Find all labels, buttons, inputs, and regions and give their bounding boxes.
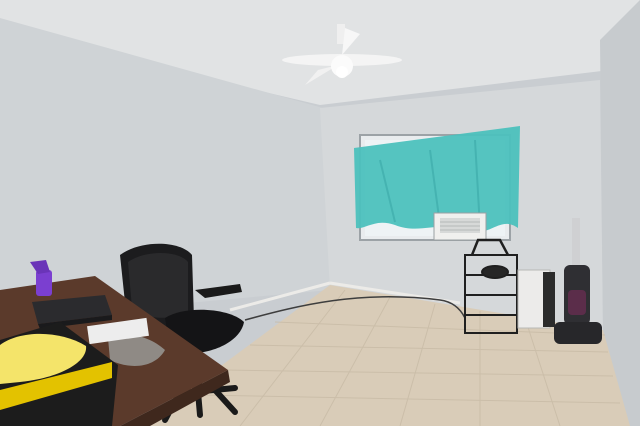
wall-air-conditioner — [433, 212, 487, 241]
room-scene — [0, 0, 640, 426]
